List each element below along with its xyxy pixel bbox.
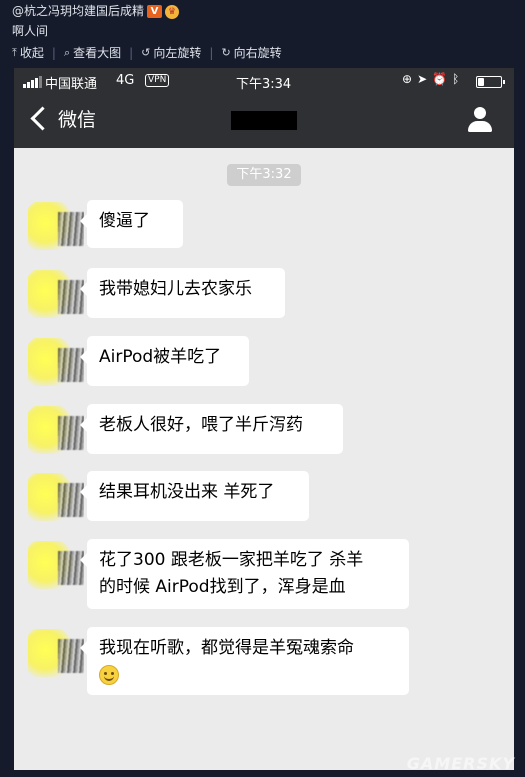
avatar[interactable]: [28, 406, 84, 454]
message-text: 结果耳机没出来 羊死了: [99, 482, 275, 502]
view-large-label: 查看大图: [73, 46, 122, 60]
rotate-left-label: 向左旋转: [153, 46, 202, 60]
rotate-right-icon: ↻: [221, 46, 231, 59]
alarm-icon: ⏰: [432, 72, 453, 86]
message-bubble[interactable]: 我带媳妇儿去农家乐: [80, 268, 285, 318]
avatar[interactable]: [28, 629, 84, 677]
message-text: 我带媳妇儿去农家乐: [99, 279, 252, 299]
redacted-chat-title: [231, 111, 297, 130]
battery-level: [478, 78, 484, 86]
collapse-icon: ⤒: [12, 45, 17, 59]
message-text: 老板人很好，喂了半斤泻药: [99, 415, 303, 435]
collapse-label: 收起: [19, 46, 44, 60]
rotation-lock-icon: ⊕: [402, 72, 418, 86]
network-type: 4G: [116, 73, 135, 88]
member-crown-icon: ♛: [165, 4, 180, 19]
rotate-left-button[interactable]: ↺ 向左旋转: [141, 44, 201, 61]
message-bubble[interactable]: 老板人很好，喂了半斤泻药: [80, 404, 343, 454]
message-text-line: 花了300 跟老板一家把羊吃了 杀羊: [99, 550, 364, 570]
message-bubble[interactable]: 花了300 跟老板一家把羊吃了 杀羊 的时候 AirPod找到了，浑身是血: [80, 539, 409, 609]
rotate-left-icon: ↺: [141, 46, 151, 59]
watermark-logo: GAMERSKY: [406, 754, 515, 773]
weibo-header: @杭之冯玥均建国后成精 V ♛ 啊人间 ⤒ 收起 | ⌕ 查看大图 | ↺ 向左旋转 | …: [0, 0, 525, 68]
post-caption: 啊人间: [12, 24, 49, 38]
smile-emoji-icon: [99, 665, 119, 685]
phone-screenshot: 中国联通 4G VPN 下午3:34 ⊕➤⏰ᛒ 微信 下午3:32 傻逼了 我带…: [14, 68, 514, 770]
back-label: 微信: [58, 109, 97, 131]
signal-icon: [23, 76, 42, 88]
toolbar-divider: |: [129, 45, 134, 60]
message-bubble[interactable]: 傻逼了: [80, 200, 183, 248]
avatar[interactable]: [28, 541, 84, 589]
view-large-button[interactable]: ⌕ 查看大图: [64, 44, 121, 61]
status-bar: 中国联通 4G VPN 下午3:34 ⊕➤⏰ᛒ: [14, 68, 514, 94]
message-bubble[interactable]: AirPod被羊吃了: [80, 336, 249, 386]
chat-timestamp: 下午3:32: [227, 164, 301, 186]
weibo-username-row[interactable]: @杭之冯玥均建国后成精 V ♛: [12, 2, 180, 19]
zoom-icon: ⌕: [63, 45, 71, 59]
message-text: AirPod被羊吃了: [99, 347, 222, 367]
battery-icon: [476, 76, 505, 88]
status-time: 下午3:34: [236, 77, 292, 92]
vpn-badge: VPN: [145, 74, 170, 87]
message-bubble[interactable]: 结果耳机没出来 羊死了: [80, 471, 309, 521]
avatar[interactable]: [28, 473, 84, 521]
bluetooth-icon: ᛒ: [452, 72, 465, 86]
message-text: 傻逼了: [99, 211, 150, 231]
toolbar-divider: |: [209, 45, 214, 60]
avatar[interactable]: [28, 202, 84, 250]
wechat-nav-bar: 微信: [14, 94, 514, 148]
back-button[interactable]: 微信: [30, 105, 96, 132]
message-bubble[interactable]: 我现在听歌，都觉得是羊冤魂索命: [80, 627, 409, 695]
weibo-username[interactable]: @杭之冯玥均建国后成精: [12, 4, 144, 18]
location-icon: ➤: [417, 72, 433, 86]
image-toolbar: ⤒ 收起 | ⌕ 查看大图 | ↺ 向左旋转 | ↻ 向右旋转: [12, 44, 282, 61]
verified-badge-icon: V: [147, 5, 163, 18]
avatar[interactable]: [28, 338, 84, 386]
carrier-name: 中国联通: [45, 77, 98, 92]
back-chevron-icon: [30, 106, 55, 131]
collapse-button[interactable]: ⤒ 收起: [12, 44, 44, 61]
rotate-right-label: 向右旋转: [233, 46, 282, 60]
message-text-line: 我现在听歌，都觉得是羊冤魂索命: [99, 638, 354, 658]
status-icons: ⊕➤⏰ᛒ: [402, 72, 464, 86]
message-text-line: 的时候 AirPod找到了，浑身是血: [99, 577, 346, 597]
rotate-right-button[interactable]: ↻ 向右旋转: [221, 44, 281, 61]
contact-profile-icon[interactable]: [466, 107, 494, 133]
avatar[interactable]: [28, 270, 84, 318]
toolbar-divider: |: [51, 45, 56, 60]
